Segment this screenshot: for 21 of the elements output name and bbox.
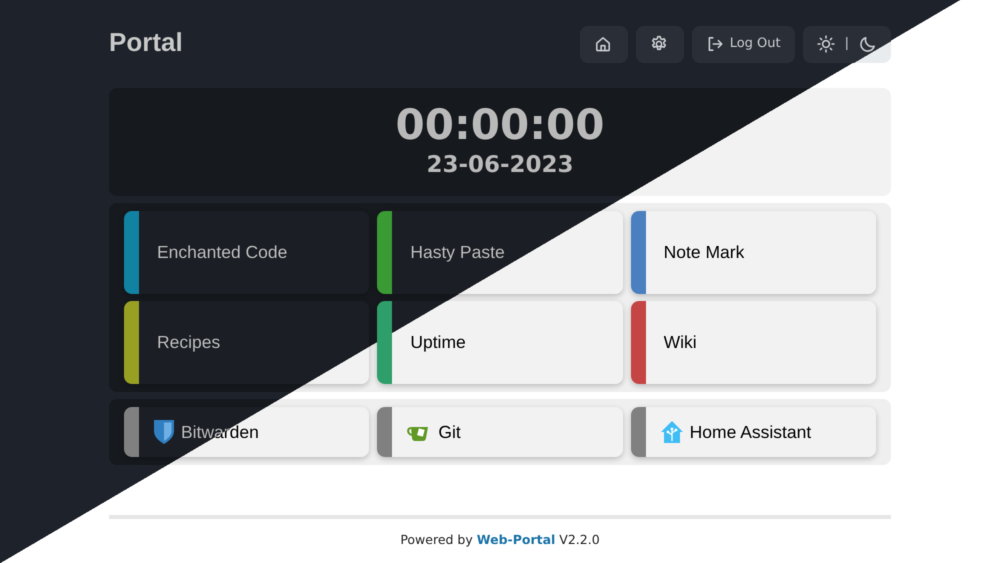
- home-icon: [594, 35, 612, 53]
- house-icon: [660, 420, 684, 444]
- settings-button[interactable]: [636, 26, 684, 62]
- home-button[interactable]: [580, 26, 628, 62]
- footer-text: Powered by Web-Portal V2.2.0: [400, 532, 600, 547]
- app-tile[interactable]: Recipes: [124, 301, 370, 384]
- app-tile[interactable]: Wiki: [630, 301, 876, 384]
- app-tile[interactable]: Enchanted Code: [124, 211, 370, 294]
- moon-icon: [859, 35, 877, 53]
- link-tile[interactable]: Home Assistant: [630, 407, 876, 457]
- app-tile[interactable]: Hasty Paste: [377, 211, 623, 294]
- app-tile[interactable]: Note Mark: [630, 211, 876, 294]
- settings-icon: [650, 35, 668, 53]
- logout-icon: [706, 35, 724, 53]
- logout-button[interactable]: Log Out: [692, 26, 795, 62]
- footer-link[interactable]: Web-Portal: [476, 532, 556, 547]
- app-tile[interactable]: Uptime: [377, 301, 623, 384]
- theme-toggle[interactable]: |: [802, 26, 891, 62]
- link-tile[interactable]: Git: [377, 407, 623, 457]
- shield-icon: [153, 419, 175, 445]
- sun-icon: [816, 35, 835, 53]
